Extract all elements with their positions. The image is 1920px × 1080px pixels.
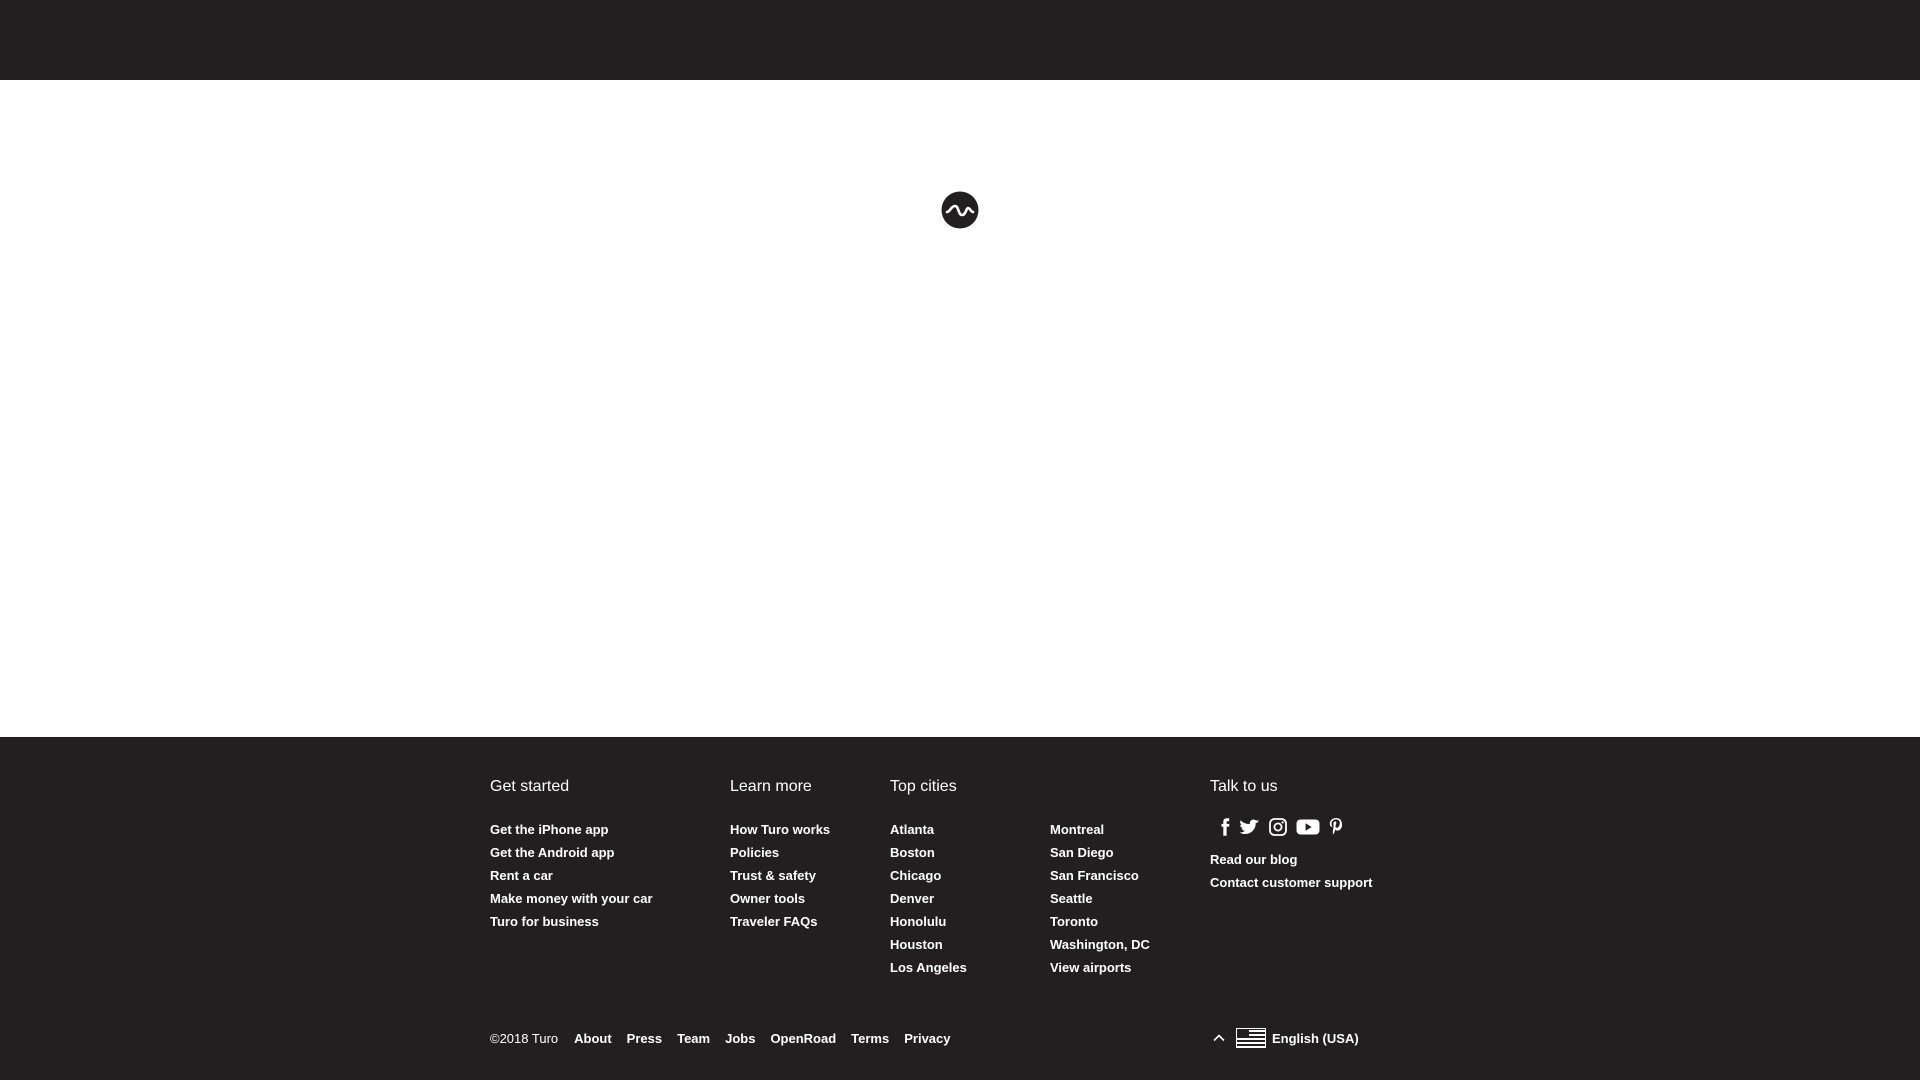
footer-link-iphone-app[interactable]: Get the iPhone app — [490, 818, 653, 841]
footer-link-jobs[interactable]: Jobs — [725, 1031, 755, 1046]
language-label: English (USA) — [1272, 1030, 1359, 1046]
footer-column-talk-to-us: Talk to us Read our blog Contact custome… — [1210, 777, 1373, 894]
copyright-text: ©2018 Turo — [490, 1030, 559, 1046]
footer-link-terms[interactable]: Terms — [851, 1031, 889, 1046]
footer-link-contact-support[interactable]: Contact customer support — [1210, 871, 1373, 894]
footer-column-top-cities-continued: Montreal San Diego San Francisco Seattle… — [1050, 818, 1150, 979]
footer-link-city[interactable]: Honolulu — [890, 910, 967, 933]
footer-link-trust-safety[interactable]: Trust & safety — [730, 864, 830, 887]
footer-link-city[interactable]: Denver — [890, 887, 967, 910]
footer-column-get-started: Get started Get the iPhone app Get the A… — [490, 777, 653, 933]
footer-link-android-app[interactable]: Get the Android app — [490, 841, 653, 864]
footer-link-view-airports[interactable]: View airports — [1050, 956, 1150, 979]
footer-link-privacy[interactable]: Privacy — [904, 1031, 950, 1046]
footer-link-city[interactable]: Los Angeles — [890, 956, 967, 979]
social-icons — [1218, 814, 1373, 840]
footer-link-rent-a-car[interactable]: Rent a car — [490, 864, 653, 887]
footer-column-learn-more: Learn more How Turo works Policies Trust… — [730, 777, 830, 933]
pinterest-icon[interactable] — [1328, 817, 1344, 837]
language-selector[interactable]: English (USA) — [1212, 1026, 1359, 1050]
footer-link-how-turo-works[interactable]: How Turo works — [730, 818, 830, 841]
footer-link-owner-tools[interactable]: Owner tools — [730, 887, 830, 910]
top-navigation-bar — [0, 0, 1920, 80]
us-flag-icon — [1236, 1028, 1266, 1048]
footer-link-press[interactable]: Press — [627, 1031, 662, 1046]
footer-link-traveler-faqs[interactable]: Traveler FAQs — [730, 910, 830, 933]
facebook-icon[interactable] — [1218, 818, 1232, 836]
footer-column-title: Talk to us — [1210, 778, 1278, 795]
footer-link-city[interactable]: San Diego — [1050, 841, 1150, 864]
footer-column-title: Get started — [490, 778, 570, 795]
site-footer: Get started Get the iPhone app Get the A… — [0, 737, 1920, 1080]
twitter-icon[interactable] — [1240, 818, 1260, 836]
footer-link-city[interactable]: Seattle — [1050, 887, 1150, 910]
footer-link-city[interactable]: Washington, DC — [1050, 933, 1150, 956]
footer-link-city[interactable]: Houston — [890, 933, 967, 956]
chevron-up-icon — [1212, 1033, 1226, 1043]
footer-column-title: Top cities — [890, 778, 957, 795]
instagram-icon[interactable] — [1268, 817, 1288, 837]
footer-link-read-blog[interactable]: Read our blog — [1210, 848, 1373, 871]
loading-spinner-icon — [941, 191, 979, 229]
footer-link-city[interactable]: Toronto — [1050, 910, 1150, 933]
footer-link-city[interactable]: Montreal — [1050, 818, 1150, 841]
main-content-area — [0, 80, 1920, 737]
footer-link-policies[interactable]: Policies — [730, 841, 830, 864]
footer-link-turo-for-business[interactable]: Turo for business — [490, 910, 653, 933]
footer-link-city[interactable]: Boston — [890, 841, 967, 864]
youtube-icon[interactable] — [1296, 818, 1320, 836]
footer-link-city[interactable]: Atlanta — [890, 818, 967, 841]
footer-column-top-cities: Top cities Atlanta Boston Chicago Denver… — [890, 777, 967, 979]
footer-bottom-links: ©2018 Turo About Press Team Jobs OpenRoa… — [490, 1028, 966, 1048]
footer-link-make-money[interactable]: Make money with your car — [490, 887, 653, 910]
footer-link-city[interactable]: Chicago — [890, 864, 967, 887]
footer-link-city[interactable]: San Francisco — [1050, 864, 1150, 887]
footer-link-openroad[interactable]: OpenRoad — [770, 1031, 836, 1046]
footer-link-team[interactable]: Team — [677, 1031, 710, 1046]
footer-link-about[interactable]: About — [574, 1031, 612, 1046]
footer-column-title: Learn more — [730, 778, 812, 795]
